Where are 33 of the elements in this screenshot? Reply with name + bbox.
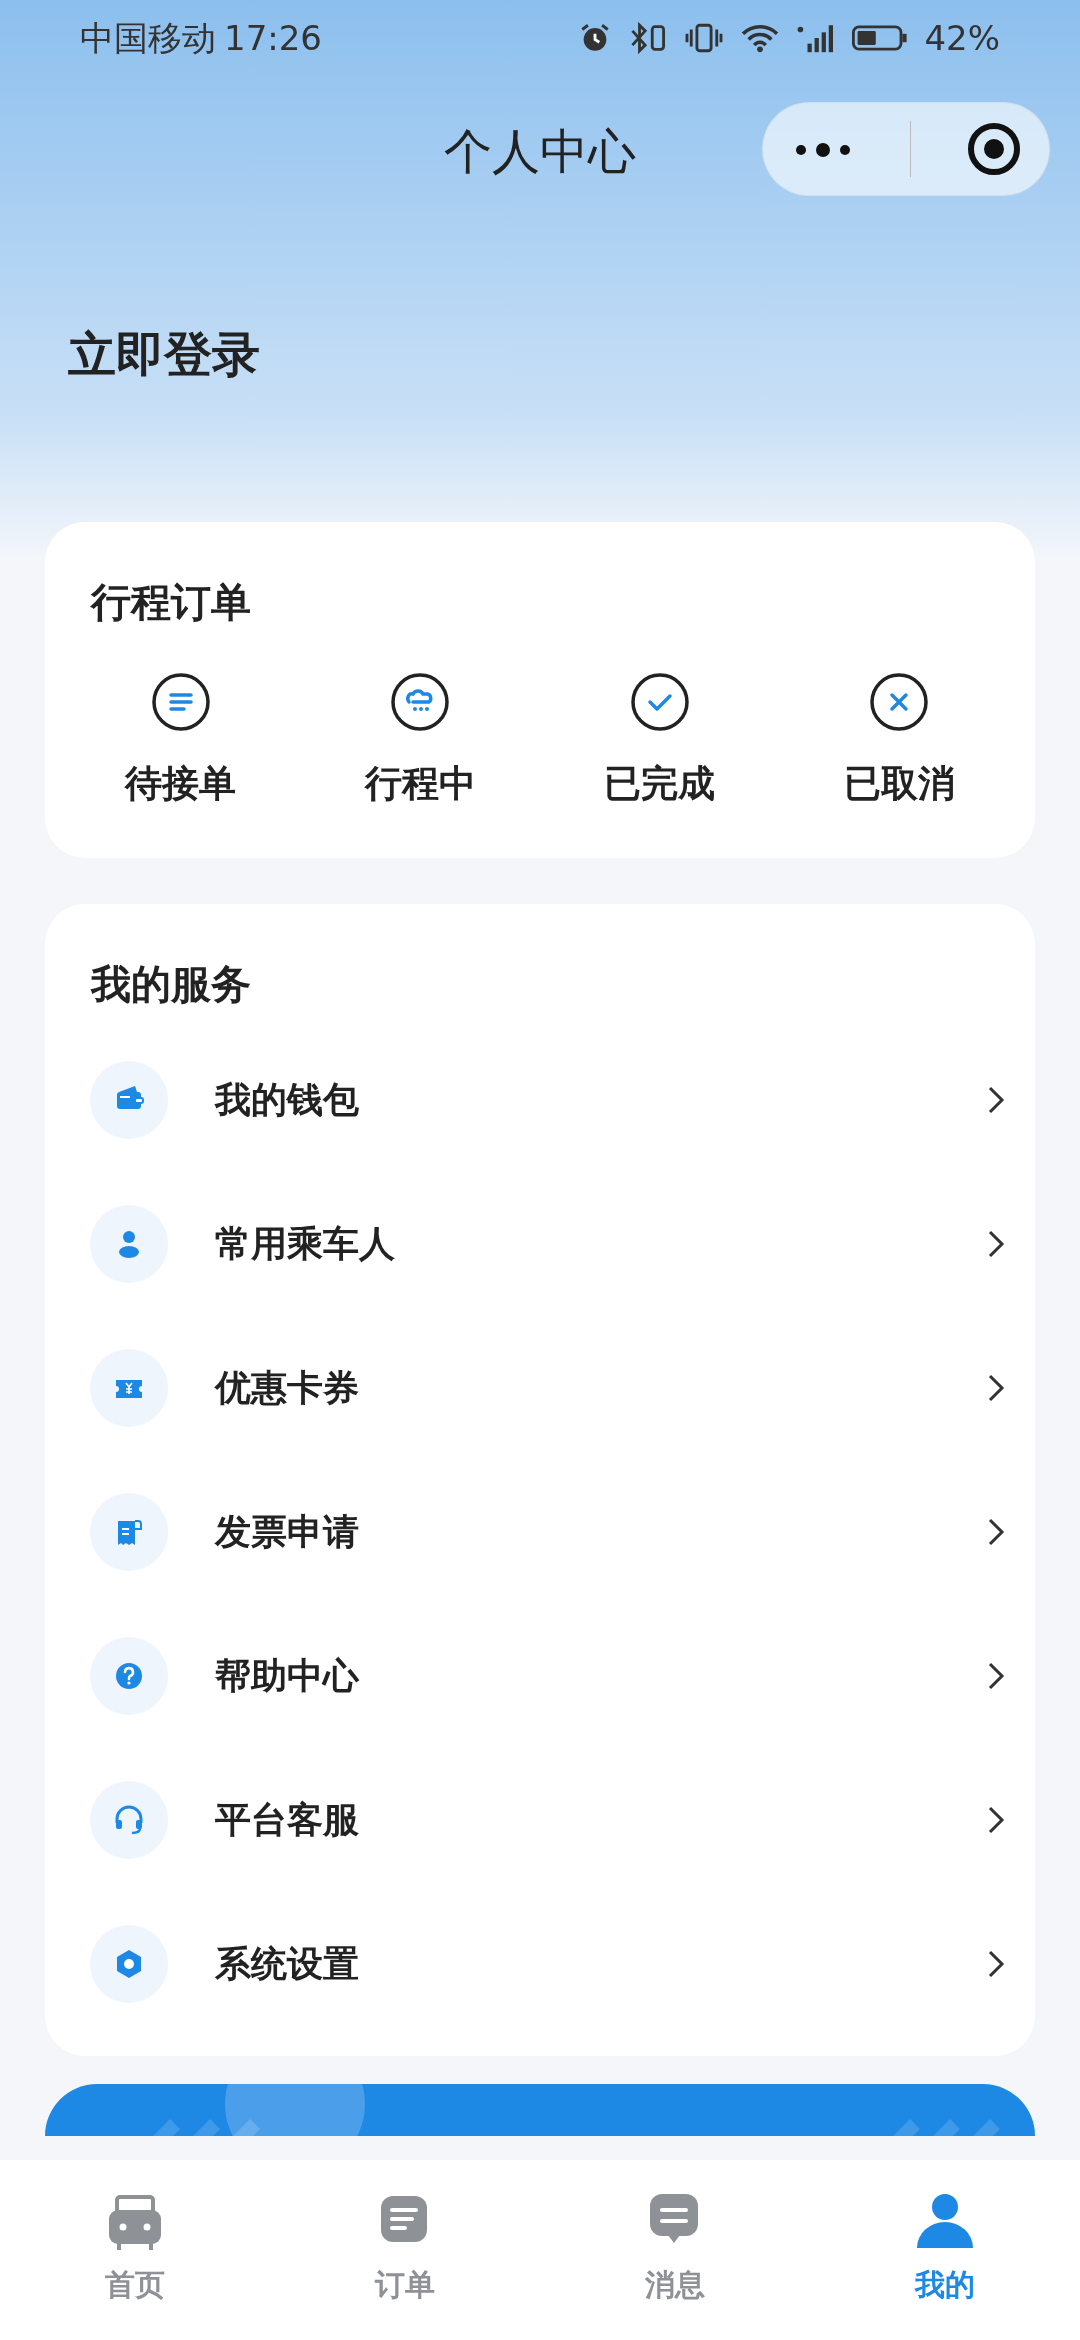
chevron-right-icon	[987, 1948, 1005, 1979]
service-list-item[interactable]: 平台客服	[45, 1747, 1035, 1892]
battery-icon	[852, 23, 909, 53]
battery-percent: 42%	[924, 16, 1000, 60]
order-status-tab[interactable]: 待接单	[125, 672, 237, 812]
chevron-right-icon	[987, 1516, 1005, 1547]
cancelled-status-icon	[869, 672, 930, 732]
vibrate-icon	[684, 21, 725, 55]
page-title: 个人中心	[444, 122, 636, 181]
done-status-icon	[629, 672, 690, 732]
pending-status-icon	[150, 672, 211, 732]
order-status-tab[interactable]: 行程中	[364, 672, 476, 812]
section-title: 我的服务	[89, 959, 252, 1009]
login-link[interactable]: 立即登录	[68, 326, 260, 382]
order-status-tab[interactable]: 已取消	[843, 672, 955, 812]
ongoing-status-icon	[390, 672, 451, 732]
tab-bar-item[interactable]: 我的	[855, 2190, 1035, 2307]
service-list-item[interactable]: 我的钱包	[45, 1027, 1035, 1172]
clock-time: 17:26	[224, 16, 322, 60]
order-status-tab[interactable]: 已完成	[604, 672, 716, 812]
chevron-right-icon	[987, 1228, 1005, 1259]
service-list-item[interactable]: 优惠卡券	[45, 1315, 1035, 1460]
chevron-right-icon	[987, 1084, 1005, 1115]
service-list-item[interactable]: 系统设置	[45, 1891, 1035, 2036]
close-button[interactable]	[965, 121, 1022, 177]
chevron-right-icon	[987, 1660, 1005, 1691]
carrier-name: 中国移动	[80, 16, 216, 60]
service-list-item[interactable]: 帮助中心	[45, 1603, 1035, 1748]
chevron-right-icon	[987, 1372, 1005, 1403]
service-list-item[interactable]: 发票申请	[45, 1459, 1035, 1604]
service-list-item[interactable]: 常用乘车人	[45, 1171, 1035, 1316]
section-title: 行程订单	[89, 578, 252, 627]
chevron-right-icon	[987, 1804, 1005, 1835]
